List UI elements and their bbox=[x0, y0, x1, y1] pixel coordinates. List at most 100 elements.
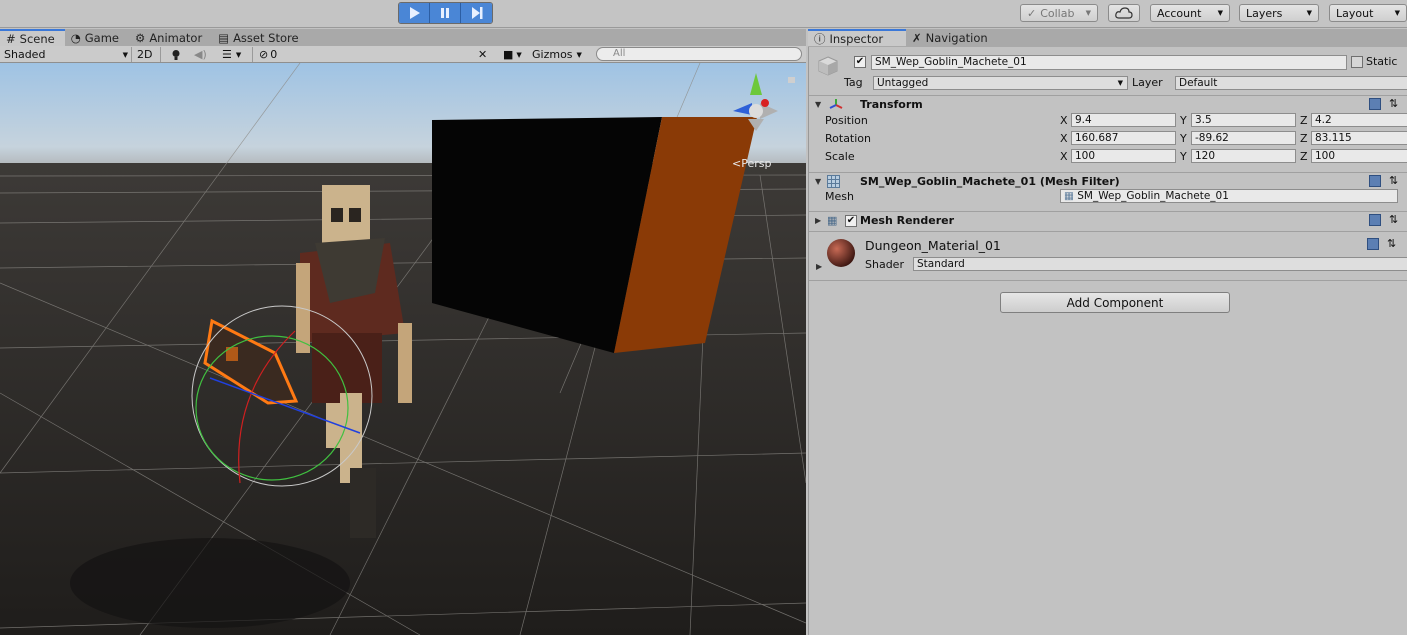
shader-dropdown[interactable]: Standard bbox=[913, 257, 1407, 271]
static-checkbox[interactable] bbox=[1351, 56, 1363, 68]
layout-label: Layout bbox=[1336, 6, 1374, 20]
settings-icon[interactable]: ⇅ bbox=[1387, 237, 1396, 250]
dropdown-arrow-icon: ▼ bbox=[235, 50, 242, 59]
help-icon[interactable] bbox=[1369, 98, 1381, 110]
speaker-icon: ◀) bbox=[194, 48, 207, 61]
expand-triangle-icon: ▼ bbox=[815, 100, 822, 109]
layout-dropdown[interactable]: Layout ▼ bbox=[1329, 4, 1407, 22]
dropdown-arrow-icon: ▼ bbox=[1117, 79, 1123, 87]
layer-value: Default bbox=[1179, 77, 1218, 89]
layers-dropdown[interactable]: Layers ▼ bbox=[1239, 4, 1319, 22]
tab-label: Animator bbox=[149, 30, 203, 45]
tab-inspector[interactable]: ⓘ Inspector bbox=[808, 29, 906, 46]
audio-toggle[interactable]: ◀) bbox=[194, 47, 207, 62]
dropdown-arrow-icon: ▼ bbox=[1217, 9, 1223, 17]
draw-mode-dropdown[interactable]: Shaded ▼ bbox=[4, 47, 128, 62]
settings-icon[interactable]: ⇅ bbox=[1389, 97, 1398, 110]
material-preview-icon[interactable] bbox=[826, 238, 856, 268]
divider bbox=[252, 47, 253, 62]
effects-dropdown[interactable]: ☰ ▼ bbox=[222, 47, 241, 62]
mesh-grid-icon: ▦ bbox=[1064, 190, 1074, 202]
scene-tab-bar: # Scene ◔ Game ⚙ Animator ▤ Asset Store bbox=[0, 29, 806, 46]
scale-x-field[interactable]: 100 bbox=[1071, 149, 1176, 163]
check-icon: ✓ bbox=[1027, 6, 1037, 20]
position-x-field[interactable]: 9.4 bbox=[1071, 113, 1176, 127]
collab-label: Collab bbox=[1040, 6, 1075, 20]
axis-y-label: Y bbox=[1180, 114, 1187, 127]
position-y-field[interactable]: 3.5 bbox=[1191, 113, 1296, 127]
hidden-objects-toggle[interactable]: ⊘ 0 bbox=[259, 47, 277, 62]
lighting-toggle[interactable] bbox=[171, 47, 181, 62]
dropdown-arrow-icon: ▼ bbox=[1306, 9, 1312, 17]
rotation-x-field[interactable]: 160.687 bbox=[1071, 131, 1176, 145]
toggle-2d-button[interactable]: 2D bbox=[137, 47, 152, 62]
transform-header[interactable]: ▼ Transform ⇅ bbox=[809, 95, 1407, 114]
axis-x-label: X bbox=[1060, 132, 1068, 145]
tab-navigation[interactable]: ✗ Navigation bbox=[906, 29, 998, 46]
gizmos-dropdown[interactable]: Gizmos ▼ bbox=[532, 47, 582, 62]
chevron-left-icon: < bbox=[732, 157, 742, 170]
navigation-icon: ✗ bbox=[912, 30, 922, 45]
rotation-y-field[interactable]: -89.62 bbox=[1191, 131, 1296, 145]
account-dropdown[interactable]: Account ▼ bbox=[1150, 4, 1230, 22]
info-icon: ⓘ bbox=[814, 31, 826, 46]
main-toolbar: ✓ Collab ▼ Account ▼ Layers ▼ Layout ▼ bbox=[0, 0, 1407, 28]
inspector-panel: ✔ SM_Wep_Goblin_Machete_01 Static Tag Un… bbox=[808, 47, 1407, 635]
tab-game[interactable]: ◔ Game bbox=[65, 29, 129, 46]
tag-label: Tag bbox=[844, 76, 863, 89]
settings-icon[interactable]: ⇅ bbox=[1389, 174, 1398, 187]
tab-asset-store[interactable]: ▤ Asset Store bbox=[212, 29, 308, 46]
object-name-field[interactable]: SM_Wep_Goblin_Machete_01 bbox=[871, 55, 1347, 70]
add-component-button[interactable]: Add Component bbox=[1000, 292, 1230, 313]
settings-icon[interactable]: ⇅ bbox=[1389, 213, 1398, 226]
cloud-button[interactable] bbox=[1108, 4, 1140, 22]
mesh-label: Mesh bbox=[825, 190, 854, 203]
mesh-renderer-icon: ▦ bbox=[827, 214, 838, 227]
playback-controls bbox=[398, 2, 493, 24]
expand-triangle-icon: ▼ bbox=[815, 177, 822, 186]
collapse-triangle-icon: ▶ bbox=[815, 216, 822, 225]
scale-z-field[interactable]: 100 bbox=[1311, 149, 1407, 163]
viewport-lock-icon[interactable] bbox=[788, 77, 795, 83]
collab-dropdown[interactable]: ✓ Collab ▼ bbox=[1020, 4, 1098, 22]
pause-button[interactable] bbox=[430, 3, 461, 23]
help-icon[interactable] bbox=[1369, 214, 1381, 226]
help-icon[interactable] bbox=[1367, 238, 1379, 250]
tab-animator[interactable]: ⚙ Animator bbox=[129, 29, 212, 46]
collapse-triangle-icon: ▶ bbox=[816, 262, 823, 271]
grid-icon: # bbox=[6, 31, 16, 46]
mesh-object-field[interactable]: ▦ SM_Wep_Goblin_Machete_01 bbox=[1060, 189, 1398, 203]
tag-dropdown[interactable]: Untagged ▼ bbox=[873, 76, 1128, 90]
rotation-label: Rotation bbox=[825, 132, 872, 145]
perspective-label[interactable]: <Persp bbox=[732, 157, 771, 170]
scale-y-field[interactable]: 120 bbox=[1191, 149, 1296, 163]
store-icon: ▤ bbox=[218, 30, 230, 45]
scene-viewport[interactable]: <Persp bbox=[0, 63, 806, 635]
mesh-renderer-header[interactable]: ▶ ▦ ✔ Mesh Renderer ⇅ bbox=[809, 211, 1407, 230]
step-button[interactable] bbox=[461, 3, 492, 23]
character-shadow bbox=[70, 538, 350, 628]
dropdown-arrow-icon: ▼ bbox=[576, 50, 582, 59]
transform-title: Transform bbox=[860, 98, 923, 111]
divider bbox=[131, 47, 132, 62]
layers-label: Layers bbox=[1246, 6, 1283, 20]
layer-label: Layer bbox=[1132, 76, 1163, 89]
2d-label: 2D bbox=[137, 48, 153, 61]
active-checkbox[interactable]: ✔ bbox=[854, 56, 866, 68]
rotation-z-field[interactable]: 83.115 bbox=[1311, 131, 1407, 145]
camera-dropdown[interactable]: ■ ▼ bbox=[503, 47, 522, 62]
play-button[interactable] bbox=[399, 3, 430, 23]
mesh-renderer-enabled-checkbox[interactable]: ✔ bbox=[845, 215, 857, 227]
tab-scene[interactable]: # Scene bbox=[0, 29, 65, 46]
cloud-icon bbox=[1115, 7, 1133, 19]
static-label: Static bbox=[1366, 55, 1398, 68]
pacman-icon: ◔ bbox=[70, 30, 81, 45]
help-icon[interactable] bbox=[1369, 175, 1381, 187]
tools-button[interactable]: ✕ bbox=[478, 47, 487, 62]
position-z-field[interactable]: 4.2 bbox=[1311, 113, 1407, 127]
dropdown-arrow-icon: ▼ bbox=[1394, 9, 1400, 17]
scene-search-input[interactable]: All bbox=[596, 47, 802, 61]
dropdown-arrow-icon: ▼ bbox=[516, 50, 522, 59]
tab-label: Asset Store bbox=[233, 30, 299, 45]
layer-dropdown[interactable]: Default bbox=[1175, 76, 1407, 90]
